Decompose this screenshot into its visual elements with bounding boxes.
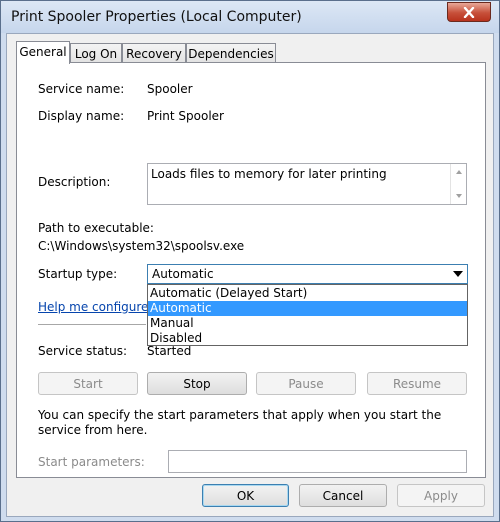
startup-type-value: Automatic — [152, 267, 214, 281]
cancel-button-label: Cancel — [322, 488, 364, 503]
option-disabled[interactable]: Disabled — [148, 331, 467, 346]
description-label: Description: — [38, 175, 111, 189]
chevron-down-icon — [453, 271, 463, 277]
scroll-down-icon[interactable] — [456, 194, 462, 198]
tab-label: General — [19, 45, 67, 59]
start-button-label: Start — [73, 376, 103, 391]
service-status-label: Service status: — [38, 344, 128, 358]
display-name-value: Print Spooler — [147, 109, 224, 123]
scroll-up-icon[interactable] — [456, 170, 462, 174]
dialog-window: Print Spooler Properties (Local Computer… — [0, 0, 500, 522]
tab-dependencies[interactable]: Dependencies — [186, 43, 276, 63]
tab-label: Recovery — [126, 47, 182, 61]
close-button[interactable] — [447, 2, 491, 22]
service-name-value: Spooler — [147, 82, 193, 96]
stop-button[interactable]: Stop — [147, 372, 247, 395]
resume-button-label: Resume — [392, 376, 442, 391]
title-bar[interactable]: Print Spooler Properties (Local Computer… — [1, 1, 499, 33]
ok-button-label: OK — [236, 488, 255, 503]
service-name-label: Service name: — [38, 82, 125, 96]
help-configure-link[interactable]: Help me configure s — [38, 300, 159, 314]
apply-button[interactable]: Apply — [397, 484, 485, 507]
description-scrollbar[interactable] — [450, 164, 466, 204]
option-automatic[interactable]: Automatic — [148, 301, 467, 316]
stop-button-label: Stop — [183, 376, 211, 391]
close-icon — [463, 6, 475, 18]
tab-general[interactable]: General — [16, 41, 70, 64]
service-status-value: Started — [147, 344, 192, 358]
startup-type-label: Startup type: — [38, 267, 118, 281]
description-text: Loads files to memory for later printing — [151, 167, 387, 181]
description-box[interactable]: Loads files to memory for later printing — [147, 163, 467, 205]
start-params-info: You can specify the start parameters tha… — [38, 408, 442, 437]
tab-recovery[interactable]: Recovery — [122, 43, 186, 63]
start-params-label: Start parameters: — [38, 455, 145, 469]
option-manual[interactable]: Manual — [148, 316, 467, 331]
display-name-label: Display name: — [38, 109, 125, 123]
path-value: C:\Windows\system32\spoolsv.exe — [38, 239, 245, 253]
apply-button-label: Apply — [424, 488, 458, 503]
pause-button-label: Pause — [288, 376, 324, 391]
option-automatic-delayed[interactable]: Automatic (Delayed Start) — [148, 286, 467, 301]
window-title: Print Spooler Properties (Local Computer… — [11, 9, 302, 25]
startup-type-dropdown-list: Automatic (Delayed Start) Automatic Manu… — [147, 284, 468, 346]
tab-label: Log On — [74, 47, 118, 61]
start-button[interactable]: Start — [38, 372, 138, 395]
dialog-client: General Log On Recovery Dependencies Ser… — [6, 33, 494, 517]
start-params-input[interactable] — [168, 450, 467, 473]
ok-button[interactable]: OK — [202, 484, 289, 507]
path-label: Path to executable: — [38, 221, 154, 235]
general-panel: Service name: Spooler Display name: Prin… — [16, 62, 486, 478]
resume-button[interactable]: Resume — [367, 372, 467, 395]
pause-button[interactable]: Pause — [256, 372, 356, 395]
startup-type-select[interactable]: Automatic — [147, 264, 468, 284]
dropdown-button[interactable] — [449, 265, 467, 283]
divider — [38, 324, 146, 325]
cancel-button[interactable]: Cancel — [299, 484, 387, 507]
tab-log-on[interactable]: Log On — [70, 43, 122, 63]
tab-label: Dependencies — [188, 47, 274, 61]
